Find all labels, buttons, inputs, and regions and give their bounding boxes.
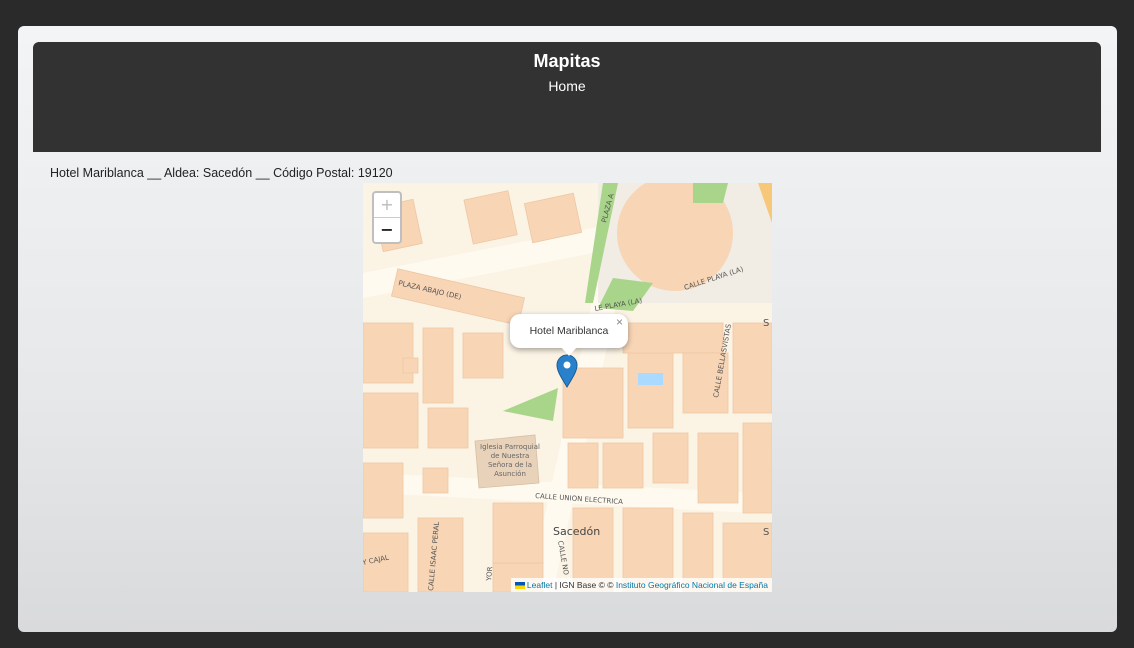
label-sacedon: Sacedón	[553, 525, 600, 538]
church-label-line-3: Señora de la	[488, 461, 532, 469]
church-label-line-2: de Nuestra	[491, 452, 530, 460]
popup-close-icon[interactable]: ×	[616, 316, 623, 328]
pool	[638, 373, 663, 385]
home-link[interactable]: Home	[33, 78, 1101, 94]
label-s-2: S	[763, 527, 769, 538]
page-card: Mapitas Home Hotel Mariblanca __ Aldea: …	[18, 26, 1117, 632]
map-tiles: PLAZA ABAJO (DE) LE PLAYA (LA) CALLE PLA…	[363, 183, 772, 592]
label-yor: YOR	[485, 566, 494, 582]
popup-text: Hotel Mariblanca	[529, 325, 609, 337]
hotel-info: Hotel Mariblanca __ Aldea: Sacedón __ Có…	[50, 166, 393, 180]
attribution-separator: | IGN Base © ©	[552, 580, 616, 590]
church-label-line-1: Iglesia Parroquial	[480, 443, 540, 451]
ukraine-flag-icon	[514, 582, 525, 589]
zoom-in-button[interactable]: +	[374, 193, 400, 218]
map-attribution: Leaflet | IGN Base © © Instituto Geográf…	[510, 578, 772, 592]
zoom-out-button[interactable]: −	[374, 218, 400, 242]
map-container[interactable]: PLAZA ABAJO (DE) LE PLAYA (LA) CALLE PLA…	[363, 183, 772, 592]
leaflet-link[interactable]: Leaflet	[527, 580, 553, 590]
popup-tip	[561, 347, 577, 356]
church-label-line-4: Asunción	[494, 470, 526, 478]
label-s-1: S	[763, 318, 769, 329]
ign-link[interactable]: Instituto Geográfico Nacional de España	[616, 580, 768, 590]
page-header: Mapitas Home	[33, 42, 1101, 152]
marker-popup: Hotel Mariblanca ×	[510, 314, 628, 356]
page-title: Mapitas	[533, 51, 601, 71]
zoom-control: + −	[372, 191, 402, 244]
